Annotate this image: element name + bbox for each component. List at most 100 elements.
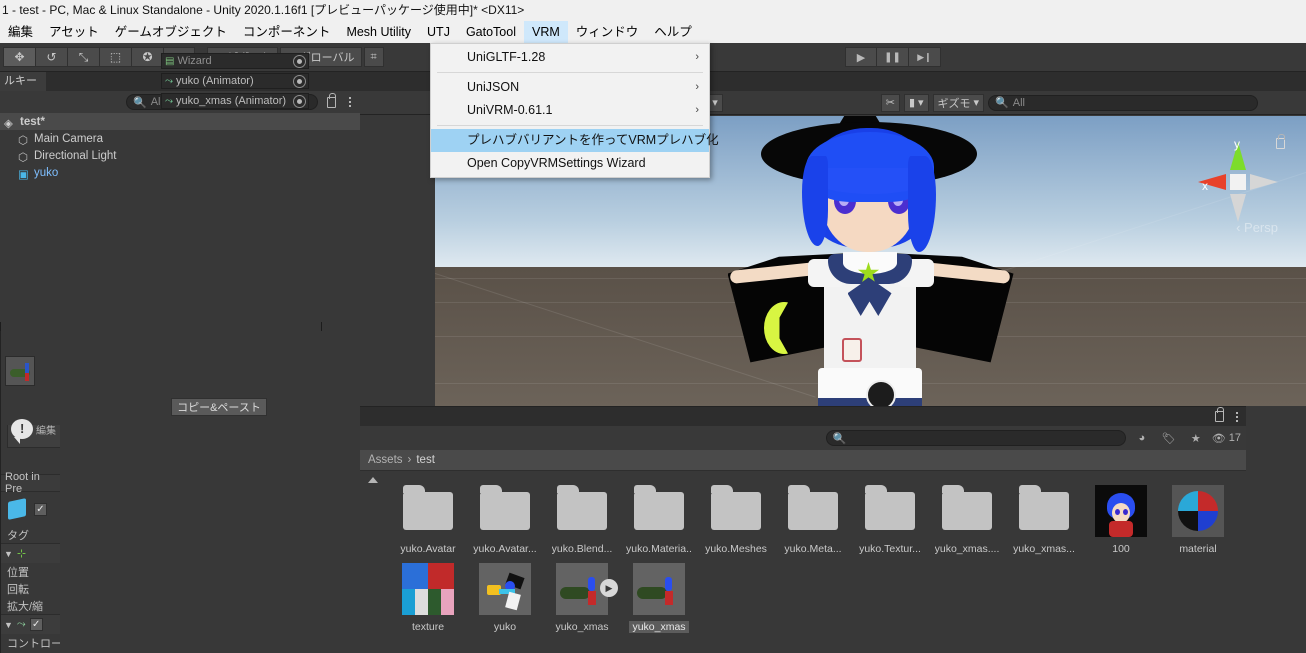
scene-axis-gizmo[interactable]: y x — [1190, 134, 1286, 230]
dropdown-item-1[interactable]: UniJSON › — [431, 76, 709, 99]
filter-type-icon[interactable]: ◕ — [1131, 430, 1153, 447]
animator-enabled-checkbox[interactable]: ✓ — [29, 618, 43, 631]
asset-item[interactable]: yuko_xmas... — [1012, 483, 1076, 555]
hierarchy-item-yuko[interactable]: ▣ yuko — [0, 164, 360, 181]
scene-tools-button[interactable]: ✂ — [880, 93, 900, 112]
scene-gizmos-dropdown[interactable]: ギズモ ▾ — [932, 93, 985, 112]
gameobject-active-checkbox[interactable]: ✓ — [34, 502, 47, 516]
asset-item[interactable]: ▶ yuko_xmas — [550, 561, 618, 633]
play-button[interactable]: ▶ — [845, 47, 877, 67]
hierarchy-item-directional-light[interactable]: ⬡ Directional Light — [0, 147, 360, 164]
asset-item[interactable]: texture — [396, 561, 460, 633]
inspector-field-row[interactable]: 回転 — [1, 580, 60, 597]
object-picker-icon[interactable] — [293, 55, 306, 68]
project-panel: 🔍 ◕ 🏷 ★ 👁 17 Assets › test yuko.Avatar yu… — [360, 406, 1246, 653]
menu-item-6[interactable]: GatoTool — [458, 21, 524, 43]
asset-thumbnail-wrap: ▶ — [554, 561, 618, 617]
project-search-input[interactable]: 🔍 — [825, 430, 1126, 446]
hidden-count-label: 17 — [1228, 432, 1241, 444]
scroll-up-icon[interactable] — [368, 477, 378, 483]
object-field[interactable]: ⤳ yuko (Animator) — [161, 73, 309, 89]
favorites-star-icon[interactable]: ★ — [1185, 430, 1207, 447]
folder-icon — [865, 485, 915, 530]
hand-tool[interactable]: ✥ — [3, 47, 35, 67]
inspector-field-row[interactable]: 位置 — [1, 563, 60, 580]
rect-tool[interactable]: ⬚ — [99, 47, 131, 67]
filter-label-icon[interactable]: 🏷 — [1158, 430, 1180, 447]
dropdown-item-2[interactable]: UniVRM-0.61.1 › — [431, 99, 709, 122]
hierarchy-item-label: Main Camera — [34, 132, 104, 145]
asset-item[interactable]: yuko.Avatar — [396, 483, 460, 555]
prefab-root-bar: Root in Pre — [1, 471, 60, 495]
project-lock-button[interactable] — [1212, 407, 1226, 422]
hidden-count-icon[interactable]: 👁 17 — [1212, 430, 1241, 447]
asset-item[interactable]: yuko_xmas.... — [935, 483, 999, 555]
dropdown-item-0[interactable]: UniGLTF-1.28 › — [431, 46, 709, 69]
tab-hierarchy[interactable]: ルキー — [0, 72, 46, 91]
inspector-field-row[interactable]: コントロー — [1, 634, 60, 651]
asset-item[interactable]: yuko.Blend... — [550, 483, 614, 555]
scene-camera-dropdown[interactable]: ▮ ▾ — [903, 93, 929, 112]
animator-component-header[interactable]: ▼ ⤳ ✓ — [1, 614, 60, 634]
dropdown-item-3[interactable]: プレハブバリアントを作ってVRMプレハブ化 — [431, 129, 719, 152]
transform-component-header[interactable]: ▼ ⊹ — [1, 543, 60, 563]
project-menu-button[interactable] — [1232, 411, 1242, 422]
menu-item-3[interactable]: コンポーネント — [235, 21, 339, 43]
asset-item[interactable]: yuko.Materia... — [626, 483, 692, 555]
gameobject-header: ✓ — [1, 492, 60, 526]
animator-icon: ⤳ — [16, 618, 26, 630]
hierarchy-item-test-[interactable]: ◈ test* — [0, 113, 360, 130]
object-picker-icon[interactable] — [293, 75, 306, 88]
transform-tool[interactable]: ✪ — [131, 47, 163, 67]
menu-item-1[interactable]: アセット — [41, 21, 107, 43]
hierarchy-menu-button[interactable] — [344, 97, 356, 107]
asset-name-label: yuko.Meta... — [784, 543, 842, 555]
menu-item-8[interactable]: ウィンドウ — [568, 21, 647, 43]
inspector-field-row[interactable]: 拡大/縮 — [1, 597, 60, 614]
asset-item[interactable]: yuko.Textur... — [858, 483, 922, 555]
object-field[interactable]: ▤ Wizard — [161, 53, 309, 69]
asset-item[interactable]: yuko.Meshes — [704, 483, 768, 555]
asset-item[interactable]: yuko.Meta... — [781, 483, 845, 555]
project-sidebar — [360, 471, 386, 653]
menu-item-5[interactable]: UTJ — [419, 21, 458, 43]
asset-item[interactable]: yuko.Avatar... — [473, 483, 537, 555]
asset-item[interactable]: yuko_xmas — [627, 561, 691, 633]
rotate-tool[interactable]: ↺ — [35, 47, 67, 67]
projection-label[interactable]: ‹ Persp — [1236, 220, 1278, 235]
menu-item-7[interactable]: VRM — [523, 20, 568, 43]
folder-thumbnail — [708, 483, 764, 539]
copy-paste-button[interactable]: コピー&ペースト — [171, 398, 267, 416]
prefab-cube-icon — [6, 497, 30, 521]
scale-tool[interactable]: ⤡ — [67, 47, 99, 67]
object-field[interactable]: ⤳ yuko_xmas (Animator) — [161, 93, 309, 109]
dropdown-item-label: UniJSON — [467, 80, 520, 94]
asset-item[interactable]: material — [1166, 483, 1230, 555]
hierarchy-lock-button[interactable] — [322, 92, 340, 108]
script-icon: ▤ — [165, 55, 175, 67]
step-button[interactable]: ▶❙ — [909, 47, 941, 67]
menu-item-9[interactable]: ヘルプ — [646, 21, 700, 43]
play-preview-icon[interactable]: ▶ — [600, 579, 618, 597]
scene-search-input[interactable]: 🔍 All — [988, 94, 1259, 111]
breadcrumb-test[interactable]: test — [416, 454, 435, 466]
snap-settings-button[interactable]: ⌗ — [363, 47, 384, 67]
menu-item-4[interactable]: Mesh Utility — [338, 21, 419, 43]
tab-hierarchy-label: ルキー — [4, 75, 37, 87]
breadcrumb-assets[interactable]: Assets — [368, 454, 403, 466]
folder-icon — [403, 485, 453, 530]
gizmo-lock-icon[interactable] — [1276, 134, 1288, 152]
hierarchy-item-label: test* — [20, 115, 45, 128]
pause-button[interactable]: ❚❚ — [877, 47, 909, 67]
asset-name-label: texture — [411, 621, 445, 633]
foldout-arrow-icon: ▼ — [4, 548, 13, 559]
asset-item[interactable]: yuko — [473, 561, 537, 633]
hierarchy-item-main-camera[interactable]: ⬡ Main Camera — [0, 130, 360, 147]
menu-item-2[interactable]: ゲームオブジェクト — [107, 21, 235, 43]
object-picker-icon[interactable] — [293, 95, 306, 108]
asset-row: yuko.Avatar yuko.Avatar... yuko.Blend... yu… — [386, 483, 1246, 555]
menu-item-0[interactable]: 編集 — [0, 21, 41, 43]
asset-grid[interactable]: yuko.Avatar yuko.Avatar... yuko.Blend... yu… — [386, 471, 1246, 653]
asset-item[interactable]: 100 — [1089, 483, 1153, 555]
dropdown-item-4[interactable]: Open CopyVRMSettings Wizard — [431, 152, 709, 175]
